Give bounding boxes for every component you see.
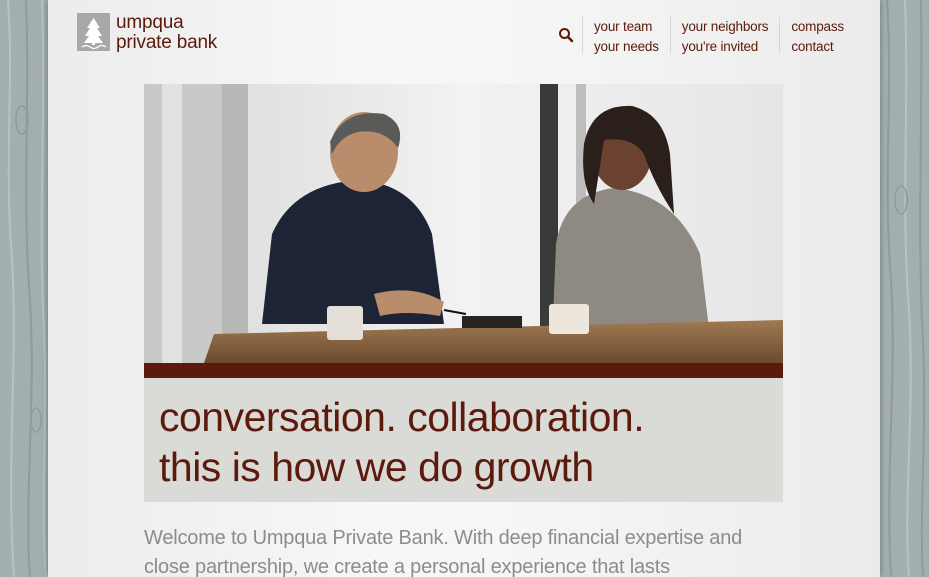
nav-link-your-needs[interactable]: your needs: [594, 37, 659, 57]
nav-column-2: your neighbors you're invited: [669, 17, 780, 54]
tagline-line2: this is how we do growth: [159, 444, 594, 490]
hero-image: [144, 84, 783, 363]
intro-paragraph: Welcome to Umpqua Private Bank. With dee…: [144, 527, 743, 577]
nav-link-your-neighbors[interactable]: your neighbors: [682, 17, 769, 37]
nav-link-compass[interactable]: compass: [791, 17, 844, 37]
brand-name-line2: private bank: [116, 32, 218, 53]
nav-link-youre-invited[interactable]: you're invited: [682, 37, 769, 57]
nav-link-your-team[interactable]: your team: [594, 17, 659, 37]
nav-column-1: your team your needs: [582, 17, 670, 54]
nav-link-contact[interactable]: contact: [791, 37, 844, 57]
tagline-heading: conversation. collaboration. this is how…: [159, 392, 645, 492]
brand-name: umpqua private bank: [116, 13, 217, 53]
brand-name-line1: umpqua: [116, 12, 184, 33]
tagline-box: conversation. collaboration. this is how…: [144, 378, 783, 502]
hero-band: [144, 363, 783, 378]
tree-logo-icon: [77, 13, 110, 51]
nav-column-3: compass contact: [779, 17, 855, 54]
brand-logo[interactable]: umpqua private bank: [77, 13, 217, 53]
tagline-line1: conversation. collaboration.: [159, 394, 645, 440]
search-icon[interactable]: [558, 27, 574, 43]
main-nav: your team your needs your neighbors you'…: [582, 17, 855, 54]
wood-background-right: [877, 0, 929, 577]
page-container: umpqua private bank your team your needs…: [48, 0, 880, 577]
